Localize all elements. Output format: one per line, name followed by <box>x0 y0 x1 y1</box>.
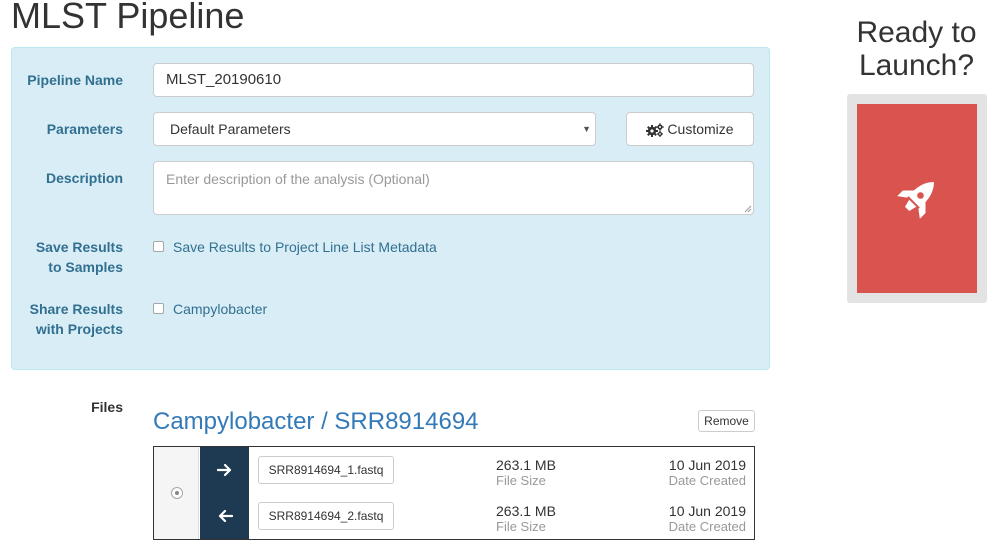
sample-select-cell <box>154 447 199 539</box>
parameters-label: Parameters <box>46 121 123 137</box>
save-results-label: Save Results to Samples <box>11 237 123 277</box>
pipeline-name-input[interactable]: MLST_20190610 <box>153 63 754 97</box>
launch-title: Ready to Launch? <box>846 16 987 82</box>
save-results-checkbox-label[interactable]: Save Results to Project Line List Metada… <box>173 237 437 257</box>
rocket-icon <box>897 181 934 219</box>
description-placeholder: Enter description of the analysis (Optio… <box>166 171 430 187</box>
file-date-1: 10 Jun 2019 <box>668 457 746 473</box>
share-results-checkbox-label[interactable]: Campylobacter <box>173 299 267 319</box>
sample-title-link[interactable]: Campylobacter / SRR8914694 <box>153 407 479 437</box>
description-label: Description <box>45 170 123 186</box>
launch-button[interactable] <box>857 104 977 293</box>
customize-button[interactable]: Customize <box>626 112 754 146</box>
resize-grip-icon <box>744 205 752 213</box>
save-results-label-line2: to Samples <box>48 259 123 275</box>
share-results-checkbox[interactable] <box>153 303 164 314</box>
forward-read-cell <box>200 447 249 493</box>
file-size-2: 263.1 MB <box>496 503 556 519</box>
share-results-label-line1: Share Results <box>29 301 123 317</box>
parameters-select[interactable]: Default Parameters ▼ <box>153 112 596 146</box>
arrow-right-icon <box>216 463 231 477</box>
description-textarea[interactable]: Enter description of the analysis (Optio… <box>153 161 754 215</box>
reverse-read-cell <box>200 493 249 539</box>
pipeline-name-label: Pipeline Name <box>27 72 123 88</box>
share-results-label: Share Results with Projects <box>11 299 123 339</box>
parameters-selected-value: Default Parameters <box>170 121 291 137</box>
customize-button-label: Customize <box>667 121 734 137</box>
sample-radio[interactable] <box>171 487 183 499</box>
save-results-checkbox[interactable] <box>153 241 164 252</box>
share-results-label-line2: with Projects <box>35 321 123 337</box>
file-size-label-2: File Size <box>496 519 546 534</box>
file-name-button-2[interactable]: SRR8914694_2.fastq <box>258 502 394 530</box>
page-title: MLST Pipeline <box>11 0 245 36</box>
gears-icon <box>646 123 665 137</box>
arrow-left-icon <box>218 509 233 523</box>
remove-button[interactable]: Remove <box>698 410 755 432</box>
file-date-label-2: Date Created <box>668 519 746 534</box>
radio-dot <box>175 491 179 495</box>
files-table: SRR8914694_1.fastq 263.1 MB File Size 10… <box>153 446 755 540</box>
file-size-1: 263.1 MB <box>496 457 556 473</box>
caret-down-icon: ▼ <box>582 124 591 134</box>
launch-title-line2: Launch? <box>858 49 975 82</box>
launch-title-line1: Ready to <box>856 16 977 49</box>
save-results-label-line1: Save Results <box>35 239 123 255</box>
file-date-2: 10 Jun 2019 <box>668 503 746 519</box>
file-size-label-1: File Size <box>496 473 546 488</box>
files-label: Files <box>91 399 123 415</box>
file-name-button-1[interactable]: SRR8914694_1.fastq <box>258 456 394 484</box>
file-date-label-1: Date Created <box>668 473 746 488</box>
